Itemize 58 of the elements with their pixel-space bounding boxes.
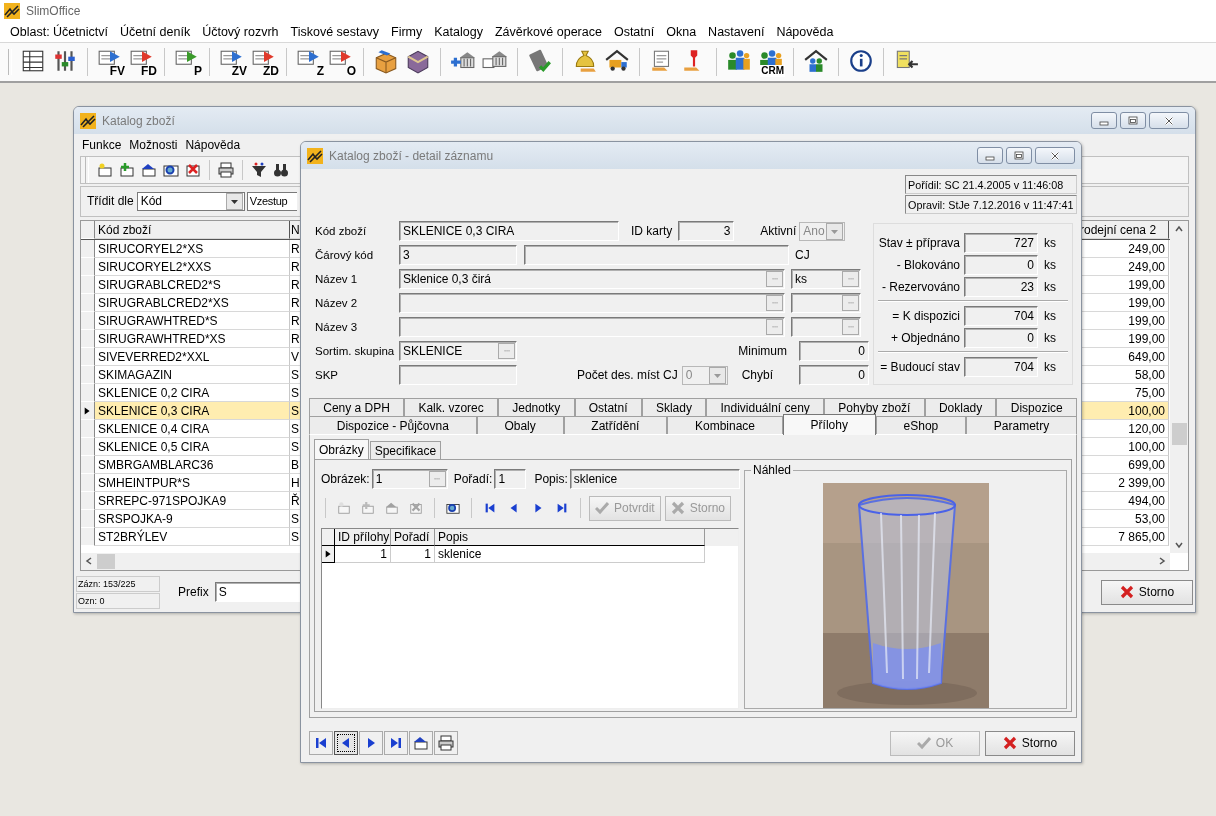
table-cell: SKLENICE 0,4 CIRA <box>95 420 290 439</box>
group-label: Náhled <box>751 463 794 477</box>
unit-label: ks <box>1044 360 1056 374</box>
table-cell: SRSPOJKA-9 <box>95 510 290 529</box>
table-cell: SMHEINTPUR*S <box>95 474 290 493</box>
stock-value: 704 <box>964 306 1038 326</box>
unit-label: ks <box>1044 258 1056 272</box>
table-cell: SKIMAGAZIN <box>95 366 290 385</box>
table-cell: SKLENICE 0,3 CIRA <box>95 402 290 421</box>
created-info: Pořídil: SC 21.4.2005 v 11:46:08 <box>905 175 1077 194</box>
table-cell: ST2BRÝLEV <box>95 528 290 547</box>
window-title: Katalog zboží <box>102 113 176 128</box>
table-cell: SIRUGRABLCRED2*XS <box>95 294 290 313</box>
field-label: Počet des. míst CJ <box>577 368 678 382</box>
field-label: ID karty <box>631 224 673 238</box>
sort-label: Třídit dle <box>87 194 134 209</box>
window-title: Katalog zboží - detail záznamu <box>329 148 495 163</box>
table-cell: SRREPC-971SPOJKA9 <box>95 492 290 511</box>
table-cell: SKLENICE 0,5 CIRA <box>95 438 290 457</box>
table-cell: 1 <box>335 546 391 563</box>
field-label: Aktivní <box>760 224 797 238</box>
marked-count: Ozn: 0 <box>76 592 160 609</box>
record-count: Zázn: 153/225 <box>76 575 160 592</box>
table-cell: 1 <box>391 546 435 563</box>
unit-label: ks <box>1044 280 1056 294</box>
table-cell: SIVEVERRED2*XXL <box>95 348 290 367</box>
unit-label: ks <box>1044 331 1056 345</box>
table-cell: SMBRGAMBLARC36 <box>95 456 290 475</box>
table-cell: sklenice <box>435 546 705 563</box>
table-cell: SIRUCORYEL2*XS <box>95 240 290 259</box>
app-title: SlimOffice <box>26 4 81 18</box>
table-cell: SIRUCORYEL2*XXS <box>95 258 290 277</box>
table-cell: SIRUGRABLCRED2*S <box>95 276 290 295</box>
stock-label: = K dispozici <box>891 309 960 323</box>
stock-label: - Blokováno <box>895 258 960 272</box>
stock-label: = Budoucí stav <box>879 360 960 374</box>
unit-label: ks <box>1044 309 1056 323</box>
table-cell: SIRUGRAWHTRED*S <box>95 312 290 331</box>
stock-value: 23 <box>964 277 1038 297</box>
field-label: Pořadí: <box>453 472 493 486</box>
stock-value: 727 <box>964 233 1038 253</box>
prefix-label: Prefix <box>178 585 209 600</box>
field-label: Popis: <box>534 472 568 486</box>
table-cell: 100,00 <box>1080 402 1169 421</box>
stock-label: + Objednáno <box>889 331 960 345</box>
field-label: Chybí <box>741 368 773 382</box>
stock-value: 0 <box>964 255 1038 275</box>
table-cell: SIRUGRAWHTRED*XS <box>95 330 290 349</box>
field-label: Minimum <box>738 344 787 358</box>
field-label: Obrázek: <box>321 472 370 486</box>
stock-label: Stav ± příprava <box>877 236 960 250</box>
unit-label: CJ <box>795 248 810 262</box>
unit-label: ks <box>1044 236 1056 250</box>
stock-label: - Rezervováno <box>880 280 960 294</box>
modified-info: Opravil: StJe 7.12.2016 v 11:47:41 <box>905 195 1077 214</box>
stock-value: 704 <box>964 357 1038 377</box>
field-label: Kód zboží <box>315 225 368 237</box>
stock-value: 0 <box>964 328 1038 348</box>
